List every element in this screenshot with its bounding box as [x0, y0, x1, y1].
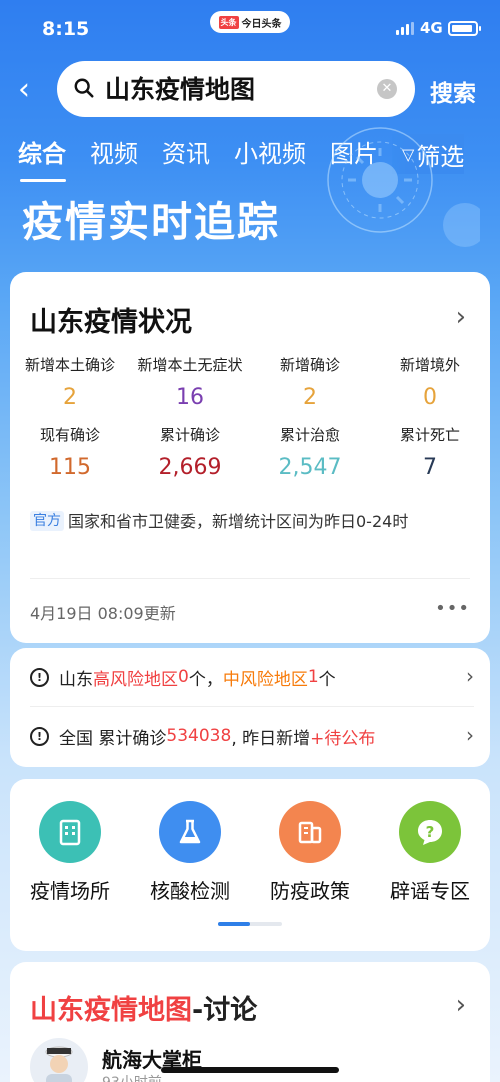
chevron-right-icon[interactable]: › [456, 990, 466, 1020]
risk-row-shandong[interactable]: ! 山东 高风险地区 0 个， 中风险地区 1 个 › [30, 648, 474, 706]
status-bar: 8:15 头条 今日头条 4G [0, 0, 500, 60]
service-policy[interactable]: 防疫政策 [250, 801, 370, 904]
hero-title: 疫情实时追踪 [22, 198, 280, 246]
chevron-right-icon: › [466, 723, 474, 747]
virus-decoration-icon [327, 127, 480, 247]
service-rumor[interactable]: ? 辟谣专区 [370, 801, 490, 904]
building-icon [39, 801, 101, 863]
stat-new-imported: 新增境外 0 [399, 356, 460, 410]
network-label: 4G [420, 19, 443, 37]
official-badge: 官方 [30, 511, 64, 531]
search-box[interactable]: ✕ [57, 61, 415, 117]
chevron-right-icon: › [466, 664, 474, 688]
back-icon[interactable]: ‹ [18, 72, 48, 108]
chevron-right-icon[interactable]: › [456, 302, 466, 332]
risk-card: ! 山东 高风险地区 0 个， 中风险地区 1 个 › ! 全国 累计确诊 534038, 昨… [10, 648, 490, 767]
stat-total-deaths: 累计死亡 7 [399, 426, 460, 480]
avatar[interactable] [30, 1038, 88, 1082]
divider [30, 578, 470, 579]
discussion-card[interactable]: 山东疫情地图-讨论 › 航海大掌柜 93小时前 [10, 962, 490, 1082]
home-indicator [161, 1067, 339, 1073]
discussion-title: 山东疫情地图-讨论 [30, 995, 258, 1026]
stat-new-local-confirmed: 新增本土确诊 2 [24, 356, 115, 410]
flask-icon [159, 801, 221, 863]
search-input[interactable] [105, 73, 365, 102]
notice-text: 国家和省市卫健委，新增统计区间为昨日0-24时 [68, 512, 409, 531]
more-icon[interactable]: ••• [435, 598, 470, 619]
stat-total-recovered: 累计治愈 2,547 [278, 426, 342, 480]
service-nucleic-test[interactable]: 核酸检测 [130, 801, 250, 904]
app-logo-icon: 头条 [218, 15, 239, 29]
alert-icon: ! [30, 726, 49, 746]
search-button[interactable]: 搜索 [430, 74, 476, 108]
alert-icon: ! [30, 667, 49, 687]
search-icon [74, 78, 94, 98]
page-indicator [218, 922, 282, 926]
policy-icon [279, 801, 341, 863]
tab-comprehensive[interactable]: 综合 [18, 134, 66, 182]
signal-icon [396, 22, 414, 35]
app-badge: 头条 今日头条 [210, 11, 290, 33]
stat-current-confirmed: 现有确诊 115 [39, 426, 100, 480]
question-icon: ? [399, 801, 461, 863]
status-time: 8:15 [42, 18, 90, 40]
status-card[interactable]: 山东疫情状况 › 新增本土确诊 2 新增本土无症状 16 新增确诊 2 新增境外… [10, 272, 490, 643]
tab-video[interactable]: 视频 [90, 134, 138, 174]
risk-row-national[interactable]: ! 全国 累计确诊 534038, 昨日新增 +待公布 › [30, 707, 474, 765]
battery-icon [448, 21, 481, 36]
update-time: 4月19日 08:09更新 [30, 604, 176, 623]
tab-short-video[interactable]: 小视频 [234, 134, 306, 174]
stat-new-local-asymptomatic: 新增本土无症状 16 [137, 356, 243, 410]
post-time: 93小时前 [102, 1072, 162, 1082]
stat-total-confirmed: 累计确诊 2,669 [158, 426, 222, 480]
data-source-notice: 官方 国家和省市卫健委，新增统计区间为昨日0-24时 [30, 506, 470, 538]
status-card-title: 山东疫情状况 [30, 307, 192, 338]
svg-text:?: ? [426, 823, 435, 841]
service-epidemic-places[interactable]: 疫情场所 [10, 801, 130, 904]
app-name: 今日头条 [241, 18, 282, 30]
stat-new-confirmed: 新增确诊 2 [279, 356, 340, 410]
services-card: 疫情场所 核酸检测 防疫政策 ? 辟谣专区 [10, 779, 490, 951]
clear-icon[interactable]: ✕ [377, 79, 397, 99]
tab-news[interactable]: 资讯 [162, 134, 210, 174]
